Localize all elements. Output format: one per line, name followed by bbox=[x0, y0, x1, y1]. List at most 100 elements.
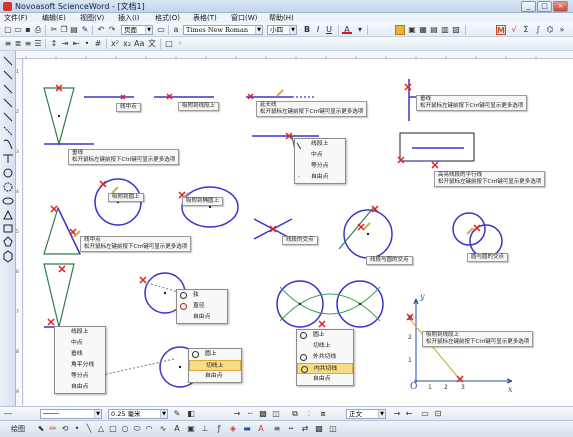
order-icon[interactable]: ⧈ bbox=[318, 409, 328, 419]
pinyin-icon[interactable]: 文 bbox=[147, 39, 157, 49]
menu-insert[interactable]: 插入(I) bbox=[118, 13, 140, 23]
menu-item-free-point-5[interactable]: 自由点 bbox=[297, 374, 353, 385]
3d-icon[interactable]: ◫ bbox=[271, 409, 281, 419]
outdent-icon[interactable]: ⇤ bbox=[71, 39, 81, 49]
menu-view[interactable]: 视图(V) bbox=[80, 13, 104, 23]
superscript-icon[interactable]: x² bbox=[110, 39, 120, 49]
align-right-icon[interactable]: ≡ bbox=[23, 39, 33, 49]
align-objects-icon[interactable]: ⫶ bbox=[304, 409, 314, 419]
function-icon[interactable]: ƒ bbox=[214, 424, 224, 434]
new-doc-icon[interactable]: ▢ bbox=[3, 25, 13, 35]
rect-icon[interactable]: □ bbox=[108, 424, 118, 434]
bullets-icon[interactable]: • bbox=[82, 39, 92, 49]
align-left-icon[interactable]: ≡ bbox=[3, 39, 13, 49]
subscript-icon[interactable]: x₂ bbox=[122, 39, 132, 49]
menu-item-free-point-4[interactable]: 自由点 bbox=[189, 371, 241, 382]
menu-item-on-segment-2[interactable]: 线段上 bbox=[55, 327, 105, 338]
menu-table[interactable]: 表格(T) bbox=[193, 13, 217, 23]
format-painter-icon[interactable]: ✎ bbox=[80, 25, 90, 35]
copy-icon[interactable]: ❐ bbox=[59, 25, 69, 35]
shadow-icon-2[interactable]: ▩ bbox=[314, 424, 324, 434]
maximize-button[interactable]: □ bbox=[537, 1, 552, 12]
menu-edit[interactable]: 编辑(E) bbox=[42, 13, 66, 23]
document-page[interactable]: y x O 1 2 3 1 2 3 线中点 吸附到线段上 延长线 松开鼠标左键前按… bbox=[24, 59, 573, 406]
group-icon[interactable]: ⧉ bbox=[290, 409, 300, 419]
case-icon[interactable]: Aa bbox=[134, 39, 144, 49]
close-button[interactable]: × bbox=[553, 1, 568, 12]
shadow-icon[interactable]: ▩ bbox=[258, 409, 268, 419]
border-box-icon[interactable]: □ bbox=[164, 39, 174, 49]
more-tools-icon[interactable]: » bbox=[557, 25, 567, 35]
rotate-icon[interactable]: ⟲ bbox=[60, 424, 70, 434]
menu-item-on-tangent-2[interactable]: 切线上 bbox=[297, 341, 353, 352]
dash-style-icon[interactable]: ┄ bbox=[245, 409, 255, 419]
horizontal-ruler[interactable] bbox=[16, 51, 573, 59]
menu-item-midpoint-2[interactable]: 中点 bbox=[55, 338, 105, 349]
open-icon[interactable]: ▭ bbox=[13, 25, 23, 35]
unlink-icon[interactable]: ⊡ bbox=[433, 409, 443, 419]
menu-item-on-segment[interactable]: 线段上 bbox=[295, 139, 345, 150]
font-color-button[interactable]: A bbox=[342, 25, 352, 34]
bold-button[interactable]: B bbox=[302, 25, 312, 35]
menu-window[interactable]: 窗口(W) bbox=[231, 13, 257, 23]
circle-icon[interactable]: ○ bbox=[120, 424, 130, 434]
italic-button[interactable]: I bbox=[313, 25, 323, 35]
font-icon[interactable]: a bbox=[171, 25, 181, 35]
arrows-icon[interactable]: ⇄ bbox=[300, 424, 310, 434]
menu-item-on-circle[interactable]: 圆上 bbox=[189, 349, 241, 360]
symbol-icon[interactable]: ∫ bbox=[533, 25, 543, 35]
justify-icon[interactable]: ☰ bbox=[33, 39, 43, 49]
underline-button[interactable]: U bbox=[324, 25, 334, 35]
table-icon[interactable]: ▤ bbox=[429, 25, 439, 35]
columns-icon[interactable]: ▥ bbox=[440, 25, 450, 35]
line-style-icon[interactable]: ― bbox=[3, 409, 13, 419]
font-color-icon-2[interactable]: A bbox=[256, 424, 266, 434]
menu-item-external-tangent[interactable]: 外共切线 bbox=[297, 352, 353, 363]
shading-icon[interactable]: ▦ bbox=[418, 25, 428, 35]
page-view-combo[interactable]: 页面 ▼ bbox=[121, 25, 153, 35]
menu-item-angle-bisector[interactable]: 角平分线 bbox=[55, 360, 105, 371]
menu-item-diameter[interactable]: 直径 bbox=[177, 301, 227, 312]
layout-icon[interactable]: ▭ bbox=[156, 25, 166, 35]
coordinate-icon[interactable]: ⊥ bbox=[200, 424, 210, 434]
menu-help[interactable]: 帮助(H) bbox=[269, 13, 294, 23]
backward-icon[interactable]: ← bbox=[404, 409, 414, 419]
point-icon[interactable]: • bbox=[72, 424, 82, 434]
menu-item-free-point[interactable]: · 自由点 bbox=[295, 172, 345, 183]
menu-item-free-point-2[interactable]: 自由点 bbox=[177, 312, 227, 323]
cut-icon[interactable]: ✂ bbox=[49, 25, 59, 35]
curve-icon[interactable]: ∿ bbox=[158, 424, 168, 434]
menu-format[interactable]: 格式(O) bbox=[155, 13, 180, 23]
triangle-icon[interactable]: △ bbox=[96, 424, 106, 434]
line-weight-icon[interactable]: ≡ bbox=[272, 424, 282, 434]
line-color-icon-2[interactable]: ▬ bbox=[242, 424, 252, 434]
menu-item-free-point-3[interactable]: 自由点 bbox=[55, 382, 105, 393]
font-size-combo[interactable]: 小四 ▼ bbox=[267, 25, 297, 35]
minimize-button[interactable]: _ bbox=[521, 1, 536, 12]
formula-icon[interactable]: √ bbox=[509, 25, 519, 35]
line-icon[interactable]: ╲ bbox=[84, 424, 94, 434]
chart-icon[interactable]: ▧ bbox=[451, 25, 461, 35]
menu-item-internal-tangent[interactable]: 内共切线 bbox=[297, 363, 353, 374]
dash-icon[interactable]: ┅ bbox=[286, 424, 296, 434]
font-name-combo[interactable]: Times New Roman ▼ bbox=[183, 25, 263, 35]
menu-item-midpoint[interactable]: 中点 bbox=[295, 150, 345, 161]
indent-icon[interactable]: ⇥ bbox=[60, 39, 70, 49]
align-center-icon[interactable]: ≣ bbox=[13, 39, 23, 49]
menu-item-perpendicular[interactable]: 垂线 bbox=[55, 349, 105, 360]
arrow-style-icon[interactable]: → bbox=[232, 409, 242, 419]
print-icon[interactable]: ⎙ bbox=[33, 25, 43, 35]
line-spacing-icon[interactable]: ↕ bbox=[49, 39, 59, 49]
ellipse-icon[interactable]: ⬭ bbox=[132, 424, 142, 434]
paste-icon[interactable]: ▤ bbox=[69, 25, 79, 35]
redo-icon[interactable]: ↷ bbox=[107, 25, 117, 35]
pencil-icon[interactable]: ✏ bbox=[48, 424, 58, 434]
text-style-combo[interactable]: 正文 ▼ bbox=[346, 409, 386, 419]
undo-icon[interactable]: ↶ bbox=[96, 25, 106, 35]
forward-icon[interactable]: → bbox=[392, 409, 402, 419]
menu-item-division-point[interactable]: 等分点 bbox=[295, 161, 345, 172]
fill-color-icon[interactable]: ◧ bbox=[186, 409, 196, 419]
highlight-icon[interactable] bbox=[395, 25, 405, 35]
line-width-combo[interactable]: 0.25 毫米 ▼ bbox=[108, 409, 168, 419]
save-icon[interactable]: ▪ bbox=[23, 25, 33, 35]
